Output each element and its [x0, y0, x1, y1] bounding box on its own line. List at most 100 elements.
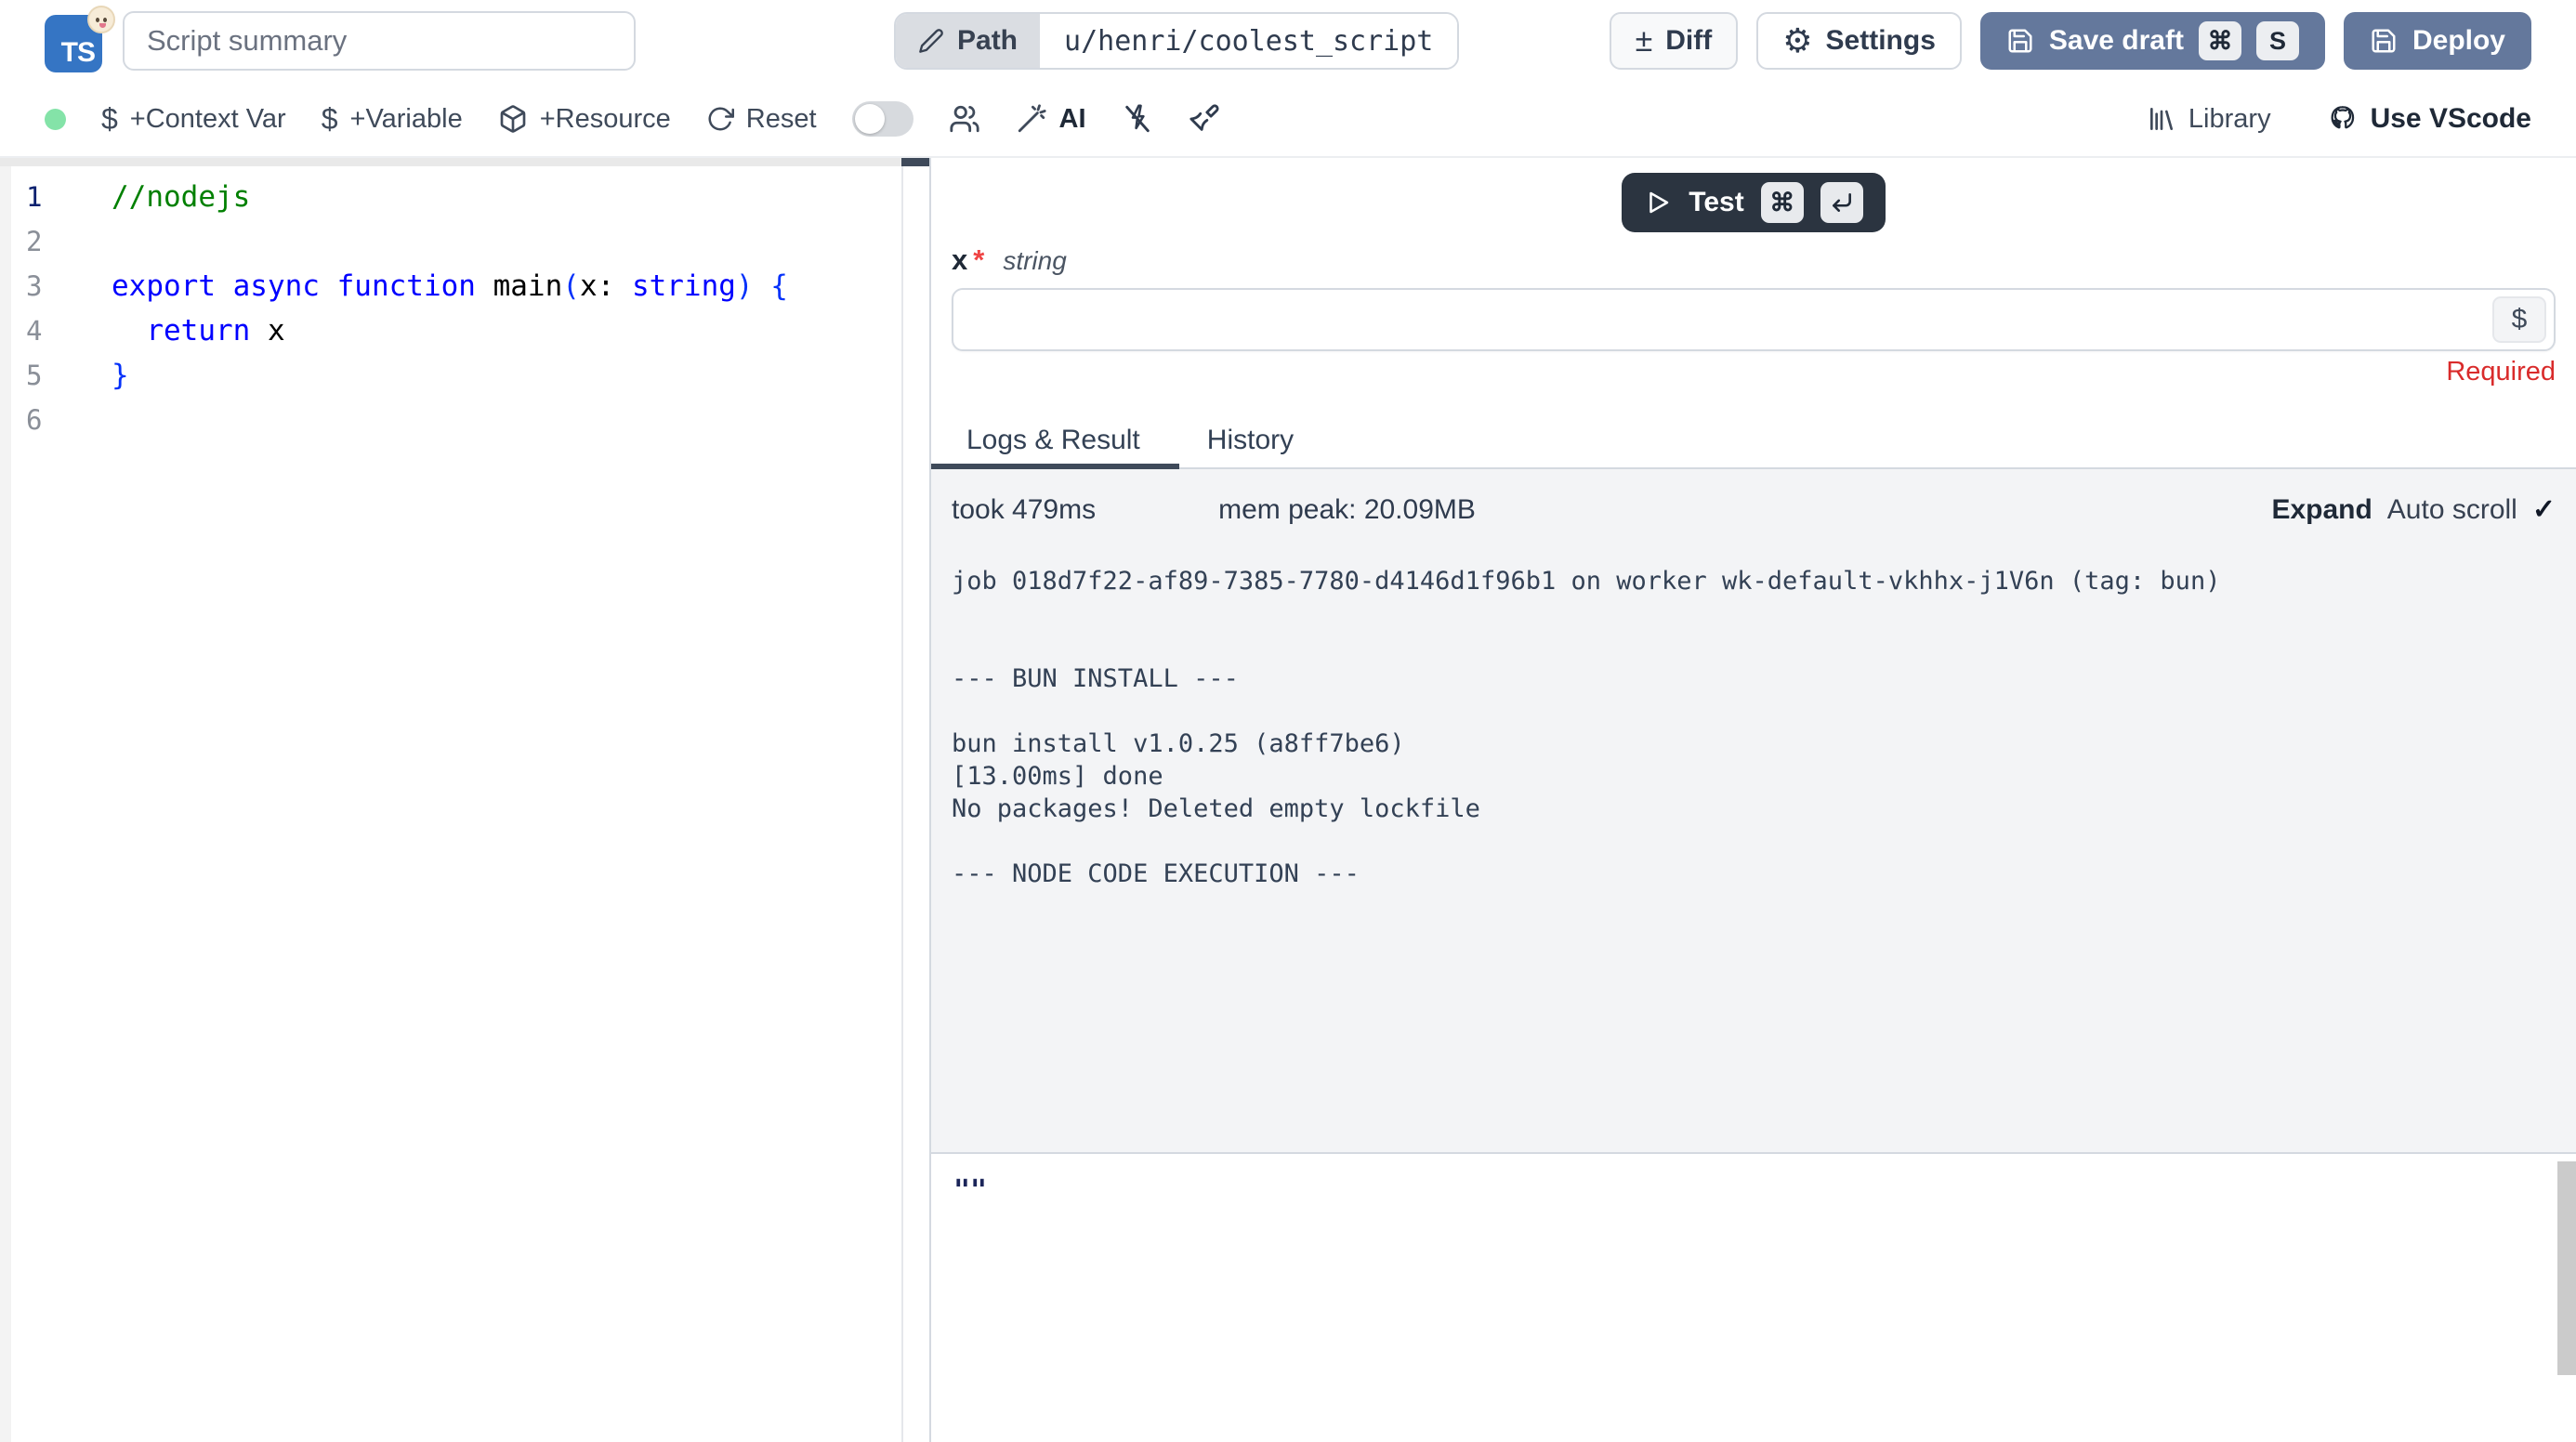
add-resource-label: +Resource — [540, 104, 671, 135]
test-button[interactable]: Test ⌘ — [1622, 173, 1885, 232]
code-area[interactable]: 1 //nodejs 2 3 export async function mai… — [11, 175, 901, 442]
add-variable-label: +Variable — [350, 104, 463, 135]
use-vscode-label: Use VScode — [2371, 103, 2531, 135]
toolbar-right: Library Use VScode — [2147, 103, 2531, 135]
log-header: took 479ms mem peak: 20.09MB Expand Auto… — [952, 493, 2556, 526]
scrollbar-thumb[interactable] — [2557, 1161, 2576, 1375]
save-draft-label: Save draft — [2049, 25, 2184, 57]
arg-x-input[interactable] — [952, 288, 2556, 351]
log-line — [952, 630, 2556, 662]
line-number: 1 — [11, 181, 67, 213]
code-token: x — [250, 314, 284, 347]
arg-name: x — [952, 243, 967, 277]
users-icon[interactable] — [949, 103, 980, 135]
code-token: export async function — [112, 269, 493, 303]
line-number: 2 — [11, 226, 67, 257]
use-vscode-button[interactable]: Use VScode — [2327, 103, 2531, 135]
editor-top-bar — [0, 158, 929, 166]
pencil-icon — [918, 28, 944, 54]
script-summary-input[interactable] — [123, 11, 636, 71]
log-line: --- BUN INSTALL --- — [952, 662, 2556, 695]
result-value: "" — [953, 1174, 2554, 1207]
required-star: * — [973, 243, 984, 277]
dollar-icon: $ — [2512, 304, 2528, 335]
path-label: Path — [957, 25, 1018, 57]
library-label: Library — [2188, 104, 2271, 135]
code-line-3[interactable]: 3 export async function main(x: string) … — [11, 264, 901, 308]
add-context-var-button[interactable]: $ +Context Var — [101, 102, 286, 137]
settings-label: Settings — [1826, 25, 1936, 57]
log-line — [952, 695, 2556, 728]
github-icon — [2327, 103, 2359, 135]
header: TS Path u/henri/coolest_script ± Diff ⚙ … — [0, 0, 2576, 82]
path-value: u/henri/coolest_script — [1040, 14, 1457, 68]
code-line-6[interactable]: 6 — [11, 398, 901, 442]
autoscroll-checkbox[interactable]: ✓ — [2532, 493, 2556, 526]
status-dot-icon — [45, 109, 66, 130]
plus-minus-icon: ± — [1636, 23, 1653, 59]
editor-scrollbar-gutter[interactable] — [901, 166, 929, 1442]
code-line-1[interactable]: 1 //nodejs — [11, 175, 901, 219]
settings-button[interactable]: ⚙ Settings — [1756, 12, 1962, 70]
windmill-script-editor: TS Path u/henri/coolest_script ± Diff ⚙ … — [0, 0, 2576, 1442]
log-output: job 018d7f22-af89-7385-7780-d4146d1f96b1… — [952, 565, 2556, 890]
diff-label: Diff — [1665, 25, 1712, 57]
insert-variable-button[interactable]: $ — [2492, 296, 2546, 343]
code-token: ) { — [736, 269, 788, 303]
duration-text: took 479ms — [952, 494, 1096, 526]
add-variable-button[interactable]: $ +Variable — [322, 102, 463, 137]
log-line: bun install v1.0.25 (a8ff7be6) — [952, 728, 2556, 760]
autoscroll-label: Auto scroll — [2387, 494, 2517, 526]
line-number: 4 — [11, 315, 67, 347]
add-context-var-label: +Context Var — [130, 104, 286, 135]
log-header-right: Expand Auto scroll ✓ — [2271, 493, 2556, 526]
editor-glyph-margin — [0, 166, 11, 1442]
library-icon — [2147, 104, 2176, 134]
code-token: } — [112, 359, 129, 392]
code-editor[interactable]: 1 //nodejs 2 3 export async function mai… — [0, 158, 929, 1442]
argument-input-wrap: $ — [952, 288, 2556, 351]
editor-toolbar: $ +Context Var $ +Variable +Resource Res… — [0, 82, 2576, 158]
tab-logs-result[interactable]: Logs & Result — [931, 413, 1179, 467]
main-split: 1 //nodejs 2 3 export async function mai… — [0, 158, 2576, 1442]
library-button[interactable]: Library — [2147, 104, 2271, 135]
package-icon — [498, 104, 528, 134]
log-line: job 018d7f22-af89-7385-7780-d4146d1f96b1… — [952, 565, 2556, 597]
deploy-label: Deploy — [2412, 25, 2505, 57]
diff-mode-toggle[interactable] — [852, 101, 913, 137]
code-line-4[interactable]: 4 return x — [11, 308, 901, 353]
log-line: No packages! Deleted empty lockfile — [952, 793, 2556, 825]
tab-history[interactable]: History — [1179, 413, 1321, 467]
ai-button[interactable]: AI — [1016, 103, 1086, 135]
pane-resize-handle[interactable] — [901, 158, 929, 166]
magic-wand-icon — [1016, 103, 1047, 135]
add-resource-button[interactable]: +Resource — [498, 104, 671, 135]
code-token: x: — [580, 269, 632, 303]
preview-pane: Test ⌘ x * string $ Required — [929, 158, 2576, 1442]
assistant-off-icon[interactable] — [1122, 103, 1153, 135]
line-number: 3 — [11, 270, 67, 302]
save-icon — [2006, 27, 2034, 55]
path-edit-button[interactable]: Path — [896, 14, 1040, 68]
path-pill[interactable]: Path u/henri/coolest_script — [894, 12, 1459, 70]
reset-button[interactable]: Reset — [706, 104, 817, 135]
diff-button[interactable]: ± Diff — [1610, 12, 1739, 70]
kbd-cmd: ⌘ — [2199, 21, 2241, 60]
arg-type: string — [1003, 246, 1066, 276]
format-brush-icon[interactable] — [1189, 103, 1220, 135]
deploy-button[interactable]: Deploy — [2344, 12, 2531, 70]
runner-section: Test ⌘ x * string $ Required — [931, 158, 2576, 413]
code-line-5[interactable]: 5 } — [11, 353, 901, 398]
expand-button[interactable]: Expand — [2271, 494, 2372, 526]
header-actions: ± Diff ⚙ Settings Save draft ⌘ S Deploy — [1610, 12, 2531, 70]
test-label: Test — [1689, 187, 1743, 218]
code-token: //nodejs — [112, 180, 250, 214]
code-line-2[interactable]: 2 — [11, 219, 901, 264]
code-token: main — [493, 269, 563, 303]
dollar-icon: $ — [101, 102, 118, 137]
dollar-icon: $ — [322, 102, 338, 137]
argument-label: x * string — [952, 243, 2556, 279]
reset-label: Reset — [746, 104, 817, 135]
save-draft-button[interactable]: Save draft ⌘ S — [1980, 12, 2325, 70]
code-token: string — [632, 269, 736, 303]
